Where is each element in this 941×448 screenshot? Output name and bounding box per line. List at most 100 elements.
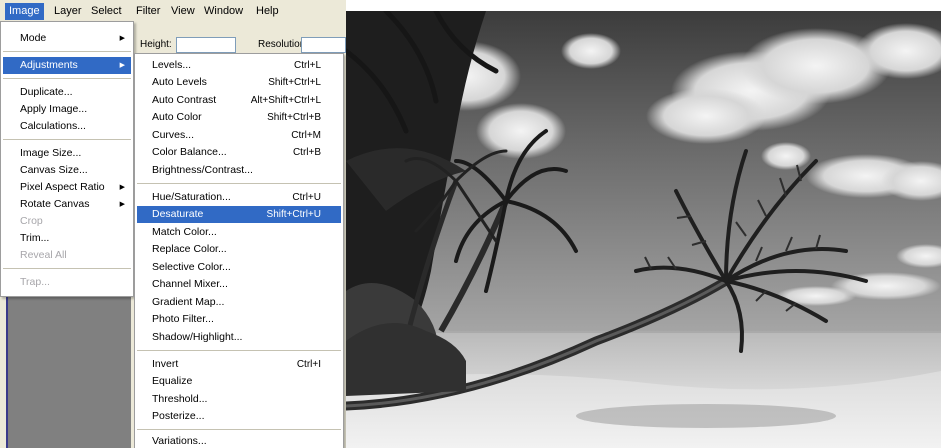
menu-item-brightness-contrast[interactable]: Brightness/Contrast... (137, 162, 341, 179)
menu-filter[interactable]: Filter (132, 3, 164, 20)
menu-item-label: Replace Color... (152, 243, 227, 255)
menu-item-label: Hue/Saturation... (152, 191, 231, 203)
menu-item-curves[interactable]: Curves... Ctrl+M (137, 127, 341, 144)
menu-item-image-size[interactable]: Image Size... (3, 145, 131, 162)
menu-item-match-color[interactable]: Match Color... (137, 224, 341, 241)
height-field[interactable] (176, 37, 236, 53)
menu-item-label: Calculations... (20, 120, 86, 132)
menu-item-apply-image[interactable]: Apply Image... (3, 101, 131, 118)
menu-select[interactable]: Select (87, 3, 126, 20)
menu-item-adjustments[interactable]: Adjustments ▶ (3, 57, 131, 74)
resolution-field[interactable] (301, 37, 346, 53)
menu-item-calculations[interactable]: Calculations... (3, 118, 131, 135)
menu-item-posterize[interactable]: Posterize... (137, 408, 341, 425)
menu-item-label: Desaturate (152, 208, 204, 220)
menu-item-label: Trap... (20, 276, 50, 288)
menu-separator (137, 350, 341, 351)
menu-item-label: Pixel Aspect Ratio (20, 181, 105, 193)
menu-item-label: Rotate Canvas (20, 198, 90, 210)
menu-item-auto-contrast[interactable]: Auto Contrast Alt+Shift+Ctrl+L (137, 92, 341, 109)
menu-item-trim[interactable]: Trim... (3, 230, 131, 247)
menu-item-selective-color[interactable]: Selective Color... (137, 259, 341, 276)
menu-item-label: Levels... (152, 59, 192, 71)
menu-item-label: Color Balance... (152, 146, 227, 158)
menu-item-label: Match Color... (152, 226, 217, 238)
menu-separator (137, 429, 341, 430)
menu-item-label: Invert (152, 358, 179, 370)
menu-item-photo-filter[interactable]: Photo Filter... (137, 311, 341, 328)
menu-item-label: Crop (20, 215, 43, 227)
menu-item-label: Variations... (152, 435, 207, 447)
menu-item-label: Auto Contrast (152, 94, 217, 106)
menu-item-equalize[interactable]: Equalize (137, 373, 341, 390)
menu-image[interactable]: Image (5, 3, 44, 20)
menu-item-crop: Crop (3, 213, 131, 230)
menu-item-shortcut: Ctrl+B (292, 147, 321, 158)
adjustments-submenu: Levels... Ctrl+L Auto Levels Shift+Ctrl+… (134, 53, 344, 448)
menu-item-trap: Trap... (3, 274, 131, 291)
menu-item-label: Auto Levels (152, 76, 207, 88)
menu-window[interactable]: Window (200, 3, 247, 20)
menu-item-threshold[interactable]: Threshold... (137, 391, 341, 408)
menu-bar: Image Layer Select Filter View Window He… (0, 0, 346, 22)
menu-item-label: Adjustments (20, 59, 78, 71)
menu-item-duplicate[interactable]: Duplicate... (3, 84, 131, 101)
menu-item-shortcut: Shift+Ctrl+L (268, 77, 321, 88)
menu-item-label: Threshold... (152, 393, 208, 405)
menu-item-pixel-aspect-ratio[interactable]: Pixel Aspect Ratio ▶ (3, 179, 131, 196)
height-label: Height: (140, 39, 172, 50)
menu-separator (3, 139, 131, 140)
menu-item-label: Canvas Size... (20, 164, 88, 176)
menu-item-variations[interactable]: Variations... (137, 433, 341, 448)
menu-item-shortcut: Shift+Ctrl+B (267, 112, 321, 123)
menu-item-label: Apply Image... (20, 103, 88, 115)
menu-item-channel-mixer[interactable]: Channel Mixer... (137, 276, 341, 293)
menu-item-label: Selective Color... (152, 261, 231, 273)
menu-separator (3, 51, 131, 52)
submenu-arrow-icon: ▶ (119, 35, 125, 42)
menu-item-label: Auto Color (152, 111, 202, 123)
menu-view[interactable]: View (167, 3, 199, 20)
menu-item-label: Posterize... (152, 410, 205, 422)
menu-help[interactable]: Help (252, 3, 283, 20)
menu-item-auto-levels[interactable]: Auto Levels Shift+Ctrl+L (137, 74, 341, 91)
menu-item-label: Image Size... (20, 147, 82, 159)
menu-separator (137, 183, 341, 184)
menu-item-rotate-canvas[interactable]: Rotate Canvas ▶ (3, 196, 131, 213)
menu-item-label: Shadow/Highlight... (152, 331, 243, 343)
menu-layer[interactable]: Layer (50, 3, 86, 20)
submenu-arrow-icon: ▶ (119, 201, 125, 208)
menu-item-shortcut: Ctrl+L (294, 60, 321, 71)
menu-item-label: Gradient Map... (152, 296, 225, 308)
menu-item-shortcut: Alt+Shift+Ctrl+L (250, 95, 321, 106)
photoshop-ui: Image Layer Select Filter View Window He… (0, 0, 346, 448)
menu-item-shortcut: Ctrl+M (291, 130, 321, 141)
menu-item-levels[interactable]: Levels... Ctrl+L (137, 57, 341, 74)
menu-item-label: Channel Mixer... (152, 278, 228, 290)
menu-item-shortcut: Ctrl+U (292, 192, 321, 203)
document-background (6, 297, 131, 448)
submenu-arrow-icon: ▶ (119, 184, 125, 191)
beach-photo (346, 11, 941, 448)
menu-item-label: Mode (20, 32, 47, 44)
menu-item-label: Reveal All (20, 249, 67, 261)
menu-item-replace-color[interactable]: Replace Color... (137, 241, 341, 258)
menu-item-invert[interactable]: Invert Ctrl+I (137, 356, 341, 373)
menu-item-desaturate[interactable]: Desaturate Shift+Ctrl+U (137, 206, 341, 223)
menu-separator (3, 268, 131, 269)
menu-item-mode[interactable]: Mode ▶ (3, 30, 131, 47)
menu-item-label: Brightness/Contrast... (152, 164, 253, 176)
menu-item-shortcut: Shift+Ctrl+U (266, 209, 321, 220)
menu-item-canvas-size[interactable]: Canvas Size... (3, 162, 131, 179)
menu-item-gradient-map[interactable]: Gradient Map... (137, 294, 341, 311)
menu-item-shadow-highlight[interactable]: Shadow/Highlight... (137, 329, 341, 346)
menu-item-color-balance[interactable]: Color Balance... Ctrl+B (137, 144, 341, 161)
menu-item-reveal-all: Reveal All (3, 247, 131, 264)
menu-item-shortcut: Ctrl+I (296, 359, 321, 370)
menu-item-label: Trim... (20, 232, 50, 244)
menu-item-hue-saturation[interactable]: Hue/Saturation... Ctrl+U (137, 189, 341, 206)
menu-item-label: Photo Filter... (152, 313, 214, 325)
menu-item-auto-color[interactable]: Auto Color Shift+Ctrl+B (137, 109, 341, 126)
menu-item-label: Equalize (152, 375, 193, 387)
menu-item-label: Duplicate... (20, 86, 73, 98)
